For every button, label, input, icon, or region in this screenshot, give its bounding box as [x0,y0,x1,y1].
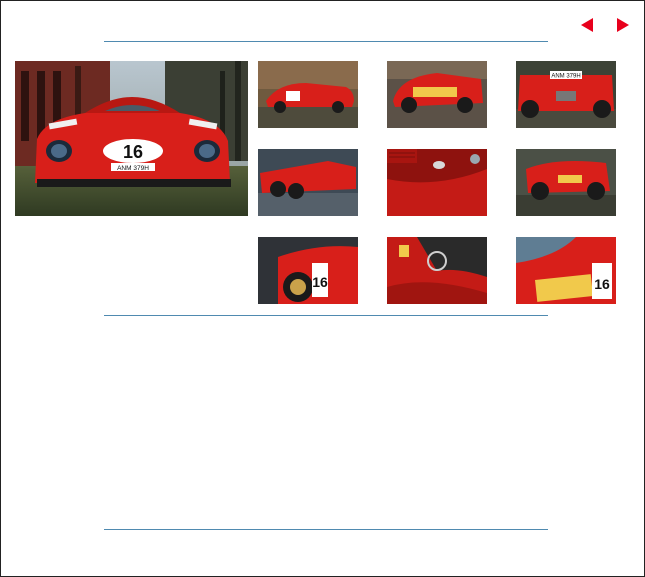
middle-divider [104,315,548,316]
thumbnail-6[interactable] [516,149,616,216]
thumbnail-9[interactable]: 16 [516,237,616,304]
thumbnail-3[interactable]: ANM 379H [516,61,616,128]
thumbnail-2[interactable] [387,61,487,128]
thumbnail-5[interactable] [387,149,487,216]
thumbnail-8[interactable] [387,237,487,304]
left-arrow-icon [581,18,593,32]
right-arrow-icon [617,18,629,32]
thumbnail-1[interactable] [258,61,358,128]
svg-text:ANM 379H: ANM 379H [117,165,149,172]
top-divider [104,41,548,42]
previous-button[interactable] [578,16,596,34]
svg-text:16: 16 [123,142,143,162]
thumbnail-4[interactable] [258,149,358,216]
svg-text:16: 16 [594,276,610,292]
thumbnail-7[interactable]: 16 [258,237,358,304]
svg-text:ANM 379H: ANM 379H [551,74,580,80]
main-photo[interactable]: 16 ANM 379H [15,61,248,216]
bottom-divider [104,529,548,530]
svg-text:16: 16 [312,274,328,290]
next-button[interactable] [614,16,632,34]
